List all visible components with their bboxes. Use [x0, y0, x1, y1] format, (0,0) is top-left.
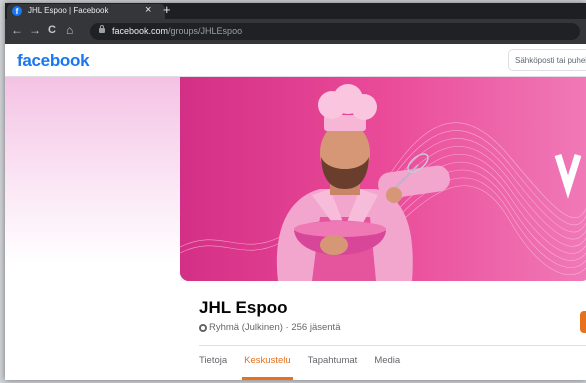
- group-info-card: JHL Espoo Ryhmä (Julkinen) · 256 jäsentä…: [180, 281, 586, 380]
- back-icon[interactable]: ←: [11, 23, 23, 37]
- new-tab-icon[interactable]: +: [163, 3, 171, 17]
- email-field[interactable]: [508, 49, 586, 71]
- home-icon[interactable]: ⌂: [66, 23, 73, 37]
- group-tabs: Tietoja Keskustelu Tapahtumat Media: [199, 355, 417, 380]
- tab-keskustelu[interactable]: Keskustelu: [242, 355, 294, 380]
- cover-photo[interactable]: [180, 77, 586, 281]
- browser-tab[interactable]: f JHL Espoo | Facebook ×: [7, 4, 165, 19]
- globe-icon: [199, 323, 207, 332]
- reload-icon[interactable]: C: [48, 24, 56, 36]
- close-tab-icon[interactable]: ×: [145, 4, 151, 16]
- facebook-header: facebook: [5, 44, 586, 77]
- tab-media[interactable]: Media: [374, 355, 400, 380]
- browser-toolbar: ← → C ⌂ facebook.com/groups/JHLEspoo: [5, 19, 586, 44]
- url-domain: facebook.com: [112, 26, 169, 36]
- browser-window: f JHL Espoo | Facebook × + ← → C ⌂ faceb…: [5, 3, 586, 380]
- tab-tapahtumat[interactable]: Tapahtumat: [308, 355, 358, 380]
- tab-strip: f JHL Espoo | Facebook × +: [5, 3, 586, 19]
- group-meta: Ryhmä (Julkinen) · 256 jäsentä: [199, 322, 340, 333]
- lock-icon[interactable]: [99, 25, 105, 33]
- facebook-logo[interactable]: facebook: [17, 51, 90, 71]
- address-bar[interactable]: facebook.com/groups/JHLEspoo: [90, 23, 580, 40]
- join-group-button[interactable]: [580, 311, 586, 333]
- divider: [199, 345, 586, 346]
- tab-tietoja[interactable]: Tietoja: [199, 355, 227, 380]
- url-text: facebook.com/groups/JHLEspoo: [112, 26, 242, 36]
- page-content: JHL Espoo Ryhmä (Julkinen) · 256 jäsentä…: [5, 77, 586, 380]
- forward-icon[interactable]: →: [29, 23, 41, 37]
- left-gradient-panel: [5, 77, 180, 380]
- tab-title: JHL Espoo | Facebook: [28, 6, 109, 15]
- url-path: /groups/JHLEspoo: [168, 26, 243, 36]
- cover-image: [180, 77, 586, 281]
- group-name[interactable]: JHL Espoo: [199, 298, 287, 318]
- group-meta-text: Ryhmä (Julkinen) · 256 jäsentä: [209, 322, 341, 333]
- facebook-favicon-icon: f: [12, 6, 22, 16]
